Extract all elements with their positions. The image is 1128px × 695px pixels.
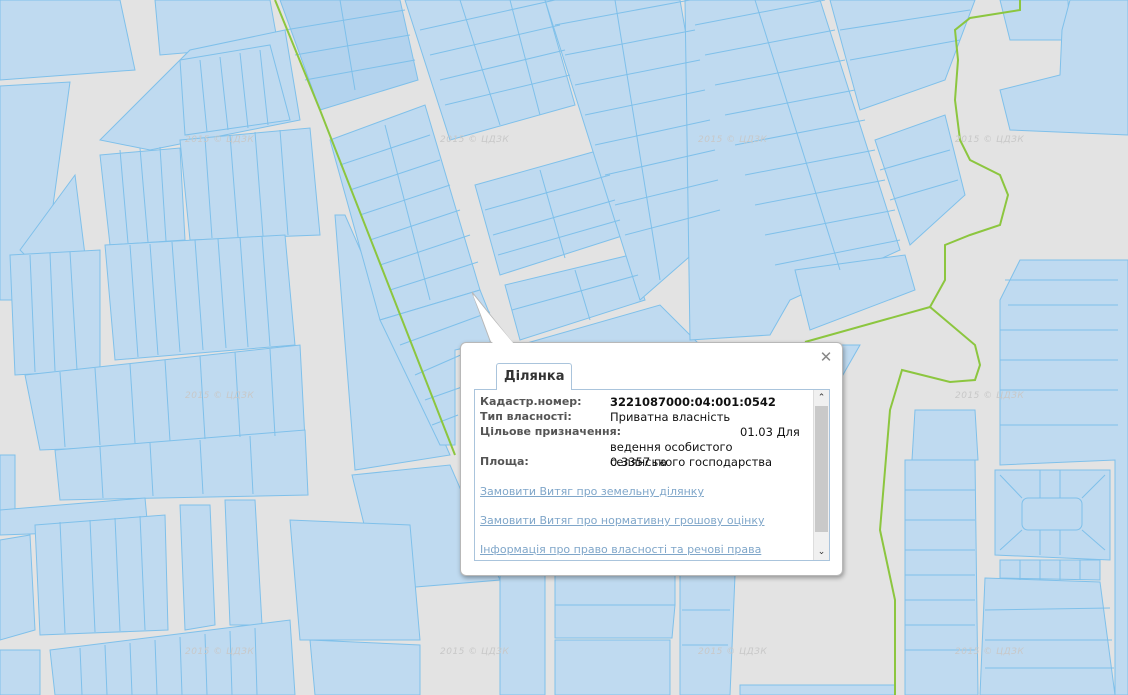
- parcel-info-panel: Кадастр.номер: 3221087000:04:001:0542 Ти…: [474, 389, 830, 561]
- order-land-extract-link[interactable]: Замовити Витяг про земельну ділянку: [480, 485, 704, 498]
- close-icon[interactable]: ✕: [819, 350, 833, 365]
- field-label: Цільове призначення:: [480, 425, 622, 438]
- watermark: 2015 © ЦДЗК: [185, 647, 255, 657]
- watermark: 2015 © ЦДЗК: [440, 135, 510, 145]
- watermark: 2015 © ЦДЗК: [955, 135, 1025, 145]
- cadastral-number: 3221087000:04:001:0542: [610, 395, 776, 409]
- ownership-info-link[interactable]: Інформація про право власності та речові…: [480, 543, 761, 556]
- ownership-type: Приватна власність: [610, 410, 731, 424]
- area-value: 0.3357 га: [610, 455, 667, 469]
- watermark: 2015 © ЦДЗК: [440, 647, 510, 657]
- chevron-down-icon[interactable]: ⌄: [814, 545, 829, 559]
- watermark: 2015 © ЦДЗК: [698, 647, 768, 657]
- watermark: 2015 © ЦДЗК: [955, 391, 1025, 401]
- watermark: 2015 © ЦДЗК: [185, 135, 255, 145]
- popup-scrollbar[interactable]: ⌃ ⌄: [813, 390, 829, 560]
- tab-parcel[interactable]: Ділянка: [496, 363, 573, 390]
- watermark: 2015 © ЦДЗК: [955, 647, 1025, 657]
- order-valuation-extract-link[interactable]: Замовити Витяг про нормативну грошову оц…: [480, 514, 764, 527]
- chevron-up-icon[interactable]: ⌃: [814, 391, 829, 405]
- watermark: 2015 © ЦДЗК: [698, 135, 768, 145]
- field-label: Кадастр.номер:: [480, 395, 582, 408]
- scrollbar-thumb[interactable]: [815, 406, 828, 532]
- field-label: Площа:: [480, 455, 529, 468]
- watermark: 2015 © ЦДЗК: [185, 391, 255, 401]
- field-label: Тип власності:: [480, 410, 572, 423]
